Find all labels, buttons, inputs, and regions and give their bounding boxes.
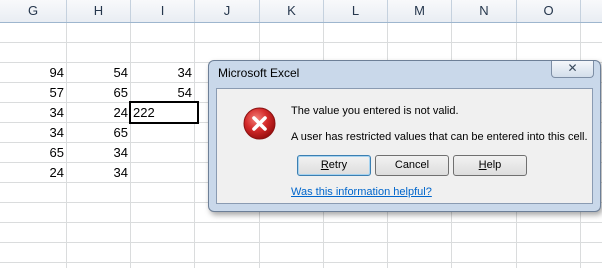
column-header-h[interactable]: H xyxy=(67,0,131,22)
dialog-titlebar[interactable]: Microsoft Excel ✕ xyxy=(209,61,600,87)
cell-g[interactable]: 24 xyxy=(0,163,67,183)
column-header-m[interactable]: M xyxy=(388,0,452,22)
feedback-link[interactable]: Was this information helpful? xyxy=(291,186,432,198)
error-icon xyxy=(243,107,276,140)
close-button[interactable]: ✕ xyxy=(551,61,594,78)
cell-g[interactable]: 34 xyxy=(0,123,67,143)
grid-line xyxy=(0,262,602,263)
column-header-i[interactable]: I xyxy=(131,0,195,22)
column-header-g[interactable]: G xyxy=(0,0,67,22)
column-header-o[interactable]: O xyxy=(517,0,581,22)
column-header-k[interactable]: K xyxy=(260,0,324,22)
validation-error-dialog: Microsoft Excel ✕ The value you entered … xyxy=(208,60,601,212)
column-header-row: G H I J K L M N O xyxy=(0,0,602,23)
close-icon: ✕ xyxy=(567,61,578,75)
grid-line xyxy=(194,23,195,268)
cell-h[interactable]: 54 xyxy=(67,63,131,83)
error-detail: A user has restricted values that can be… xyxy=(291,131,588,143)
retry-accelerator: R xyxy=(320,159,329,171)
grid-line xyxy=(0,222,602,223)
cell-g[interactable]: 57 xyxy=(0,83,67,103)
retry-label: etry xyxy=(328,159,348,171)
cell-h[interactable]: 65 xyxy=(67,123,131,143)
grid-line xyxy=(0,242,602,243)
active-cell-value: 222 xyxy=(133,105,155,120)
dialog-title: Microsoft Excel xyxy=(218,66,300,80)
help-accelerator: H xyxy=(478,159,487,171)
cancel-button[interactable]: Cancel xyxy=(375,155,449,176)
cell-h[interactable]: 65 xyxy=(67,83,131,103)
cell-g[interactable]: 34 xyxy=(0,103,67,123)
column-header-j[interactable]: J xyxy=(195,0,260,22)
cell-i[interactable]: 34 xyxy=(131,63,195,83)
cell-h[interactable]: 34 xyxy=(67,163,131,183)
help-label: elp xyxy=(486,159,502,171)
cell-h[interactable]: 24 xyxy=(67,103,131,123)
cell-i[interactable]: 54 xyxy=(131,83,195,103)
column-header-l[interactable]: L xyxy=(324,0,388,22)
active-cell[interactable]: 222 xyxy=(129,101,199,124)
cell-h[interactable]: 34 xyxy=(67,143,131,163)
error-message: The value you entered is not valid. xyxy=(291,105,459,117)
grid-line xyxy=(0,42,602,43)
dialog-body: The value you entered is not valid. A us… xyxy=(216,88,593,204)
help-button[interactable]: Help xyxy=(453,155,527,176)
cell-g[interactable]: 94 xyxy=(0,63,67,83)
cell-g[interactable]: 65 xyxy=(0,143,67,163)
retry-button[interactable]: Retry xyxy=(297,155,371,176)
column-header-n[interactable]: N xyxy=(452,0,517,22)
